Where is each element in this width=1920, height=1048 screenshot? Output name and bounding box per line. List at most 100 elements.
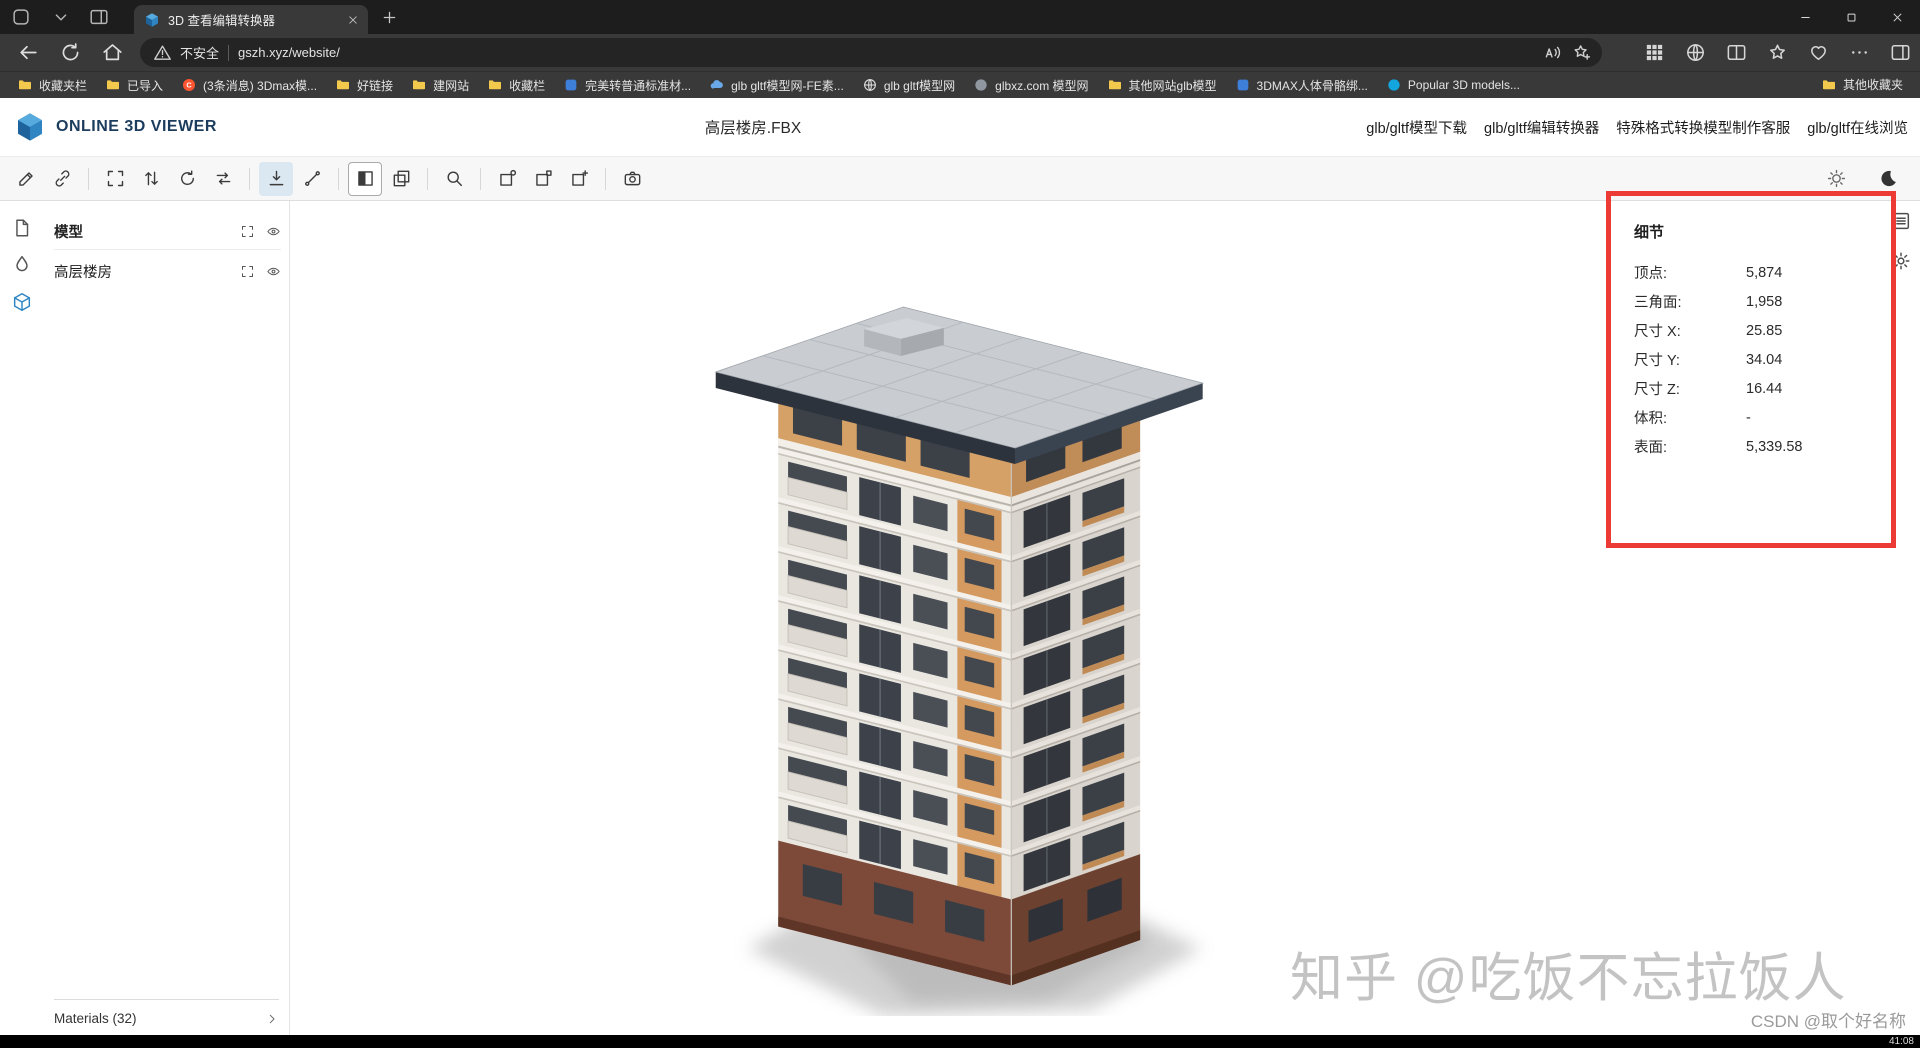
bookmark-item[interactable]: 3DMAX人体骨骼绑... xyxy=(1226,74,1377,97)
brand-cube-icon xyxy=(14,111,46,143)
bottom-black-bar: 41:08 xyxy=(0,1035,1920,1048)
detail-label: 体积: xyxy=(1634,407,1746,428)
fit-to-window-icon[interactable] xyxy=(240,224,255,239)
close-button[interactable] xyxy=(1874,0,1920,34)
tree-header-row[interactable]: 模型 xyxy=(54,213,281,250)
viewer-canvas[interactable]: 细节 顶点:5,874三角面:1,958尺寸 X:25.85尺寸 Y:34.04… xyxy=(290,201,1920,1048)
vertical-tabs-icon[interactable] xyxy=(88,6,110,28)
magnify-tool-button[interactable] xyxy=(437,162,471,196)
camera-tool-button[interactable] xyxy=(615,162,649,196)
site-nav-link[interactable]: 特殊格式转换模型制作客服 xyxy=(1616,117,1790,138)
heart-icon[interactable] xyxy=(1807,41,1830,64)
tree-item-row[interactable]: 高层楼房 xyxy=(54,253,281,290)
ground-tool-button[interactable] xyxy=(259,162,293,196)
security-warning-icon[interactable] xyxy=(152,42,173,63)
site-nav-link[interactable]: glb/gltf模型下载 xyxy=(1366,117,1467,138)
toolbar-separator xyxy=(480,168,481,190)
split-icon[interactable] xyxy=(1725,41,1748,64)
toolbar-separator xyxy=(88,168,89,190)
new-tab-button[interactable] xyxy=(380,8,399,27)
bookmark-item[interactable]: glb gltf模型网-FE素... xyxy=(700,74,853,97)
globe-icon[interactable] xyxy=(1684,41,1707,64)
panes-icon xyxy=(391,168,412,189)
visibility-icon[interactable] xyxy=(266,224,281,239)
bookmark-item[interactable]: 完美转普通标准材... xyxy=(554,74,700,97)
settings-panel-toggle-icon[interactable] xyxy=(1890,250,1912,272)
detail-row: 尺寸 Y:34.04 xyxy=(1634,345,1880,374)
dots-icon[interactable] xyxy=(1848,41,1871,64)
bookmark-item[interactable]: 好链接 xyxy=(326,74,402,97)
detail-value: 25.85 xyxy=(1746,323,1782,339)
brand-name: ONLINE 3D VIEWER xyxy=(56,118,217,136)
bookmark-item[interactable]: Popular 3D models... xyxy=(1377,74,1529,96)
browser-action-icons xyxy=(1643,41,1912,64)
magnify-icon xyxy=(444,168,465,189)
fit-icon xyxy=(105,168,126,189)
bookmark-item[interactable]: 收藏栏 xyxy=(478,74,554,97)
home-button[interactable] xyxy=(100,40,125,65)
star-icon[interactable] xyxy=(1766,41,1789,64)
minimize-button[interactable] xyxy=(1782,0,1828,34)
back-button[interactable] xyxy=(16,40,41,65)
bookmark-item[interactable]: 已导入 xyxy=(96,74,172,97)
browser-tab[interactable]: 3D 查看编辑转换器 xyxy=(134,5,368,34)
light-theme-button[interactable] xyxy=(1819,162,1853,196)
grid-icon[interactable] xyxy=(1643,41,1666,64)
svg-text:C: C xyxy=(186,81,192,90)
bookmark-item[interactable]: glb gltf模型网 xyxy=(853,74,964,97)
bookmark-item[interactable]: C(3条消息) 3Dmax模... xyxy=(172,74,326,97)
fit-tool-button[interactable] xyxy=(98,162,132,196)
meshes-panel-icon[interactable] xyxy=(11,291,33,313)
detail-label: 尺寸 X: xyxy=(1634,320,1746,341)
plane3-tool-button[interactable] xyxy=(562,162,596,196)
plane1-tool-button[interactable] xyxy=(490,162,524,196)
bookmark-label: Popular 3D models... xyxy=(1408,78,1520,92)
other-favorites-button[interactable]: 其他收藏夹 xyxy=(1812,73,1912,96)
url-text: gszh.xyz/website/ xyxy=(238,45,340,60)
bookmark-label: 其他网站glb模型 xyxy=(1129,77,1217,94)
tab-search-icon[interactable] xyxy=(50,6,72,28)
bookmark-item[interactable]: 收藏夹栏 xyxy=(8,74,96,97)
site-brand[interactable]: ONLINE 3D VIEWER xyxy=(14,111,217,143)
address-bar[interactable]: 不安全 gszh.xyz/website/ xyxy=(140,38,1602,67)
fit-to-window-icon[interactable] xyxy=(240,264,255,279)
panes-tool-button[interactable] xyxy=(384,162,418,196)
link-tool-button[interactable] xyxy=(45,162,79,196)
materials-section-button[interactable]: Materials (32) xyxy=(54,999,279,1026)
add-favorite-icon[interactable] xyxy=(1571,42,1592,63)
materials-panel-icon[interactable] xyxy=(11,253,33,275)
half-tool-button[interactable] xyxy=(348,162,382,196)
detail-label: 顶点: xyxy=(1634,262,1746,283)
refresh-button[interactable] xyxy=(58,40,83,65)
rotate-tool-button[interactable] xyxy=(170,162,204,196)
toolbar-separator xyxy=(249,168,250,190)
bookmark-item[interactable]: glbxz.com 模型网 xyxy=(964,74,1097,97)
swap-tool-button[interactable] xyxy=(206,162,240,196)
security-label: 不安全 xyxy=(180,43,219,62)
maximize-button[interactable] xyxy=(1828,0,1874,34)
bookmark-item[interactable]: 其他网站glb模型 xyxy=(1098,74,1226,97)
flip-tool-button[interactable] xyxy=(134,162,168,196)
site-nav-link[interactable]: glb/gltf在线浏览 xyxy=(1807,117,1908,138)
maximize-icon xyxy=(1844,10,1859,25)
site-nav-link[interactable]: glb/gltf编辑转换器 xyxy=(1484,117,1599,138)
visibility-icon[interactable] xyxy=(266,264,281,279)
sidebar-icon[interactable] xyxy=(1889,41,1912,64)
cloud-icon xyxy=(709,77,725,93)
workspaces-icon[interactable] xyxy=(10,6,32,28)
dark-theme-button[interactable] xyxy=(1871,162,1905,196)
tab-close-icon[interactable] xyxy=(346,13,360,27)
read-aloud-icon[interactable] xyxy=(1542,42,1563,63)
edges-tool-button[interactable] xyxy=(295,162,329,196)
bookmarks-bar: 收藏夹栏已导入C(3条消息) 3Dmax模...好链接建网站收藏栏完美转普通标准… xyxy=(0,71,1920,98)
bookmark-item[interactable]: 建网站 xyxy=(402,74,478,97)
plane2-icon xyxy=(533,168,554,189)
browser-navbar: 不安全 gszh.xyz/website/ xyxy=(0,34,1920,71)
browser-titlebar: 3D 查看编辑转换器 xyxy=(0,0,1920,34)
export-panel-icon[interactable] xyxy=(11,217,33,239)
close-icon xyxy=(1890,10,1905,25)
plane2-tool-button[interactable] xyxy=(526,162,560,196)
details-panel-toggle-icon[interactable] xyxy=(1890,210,1912,232)
folder-icon xyxy=(105,77,121,93)
edit-tool-button[interactable] xyxy=(9,162,43,196)
